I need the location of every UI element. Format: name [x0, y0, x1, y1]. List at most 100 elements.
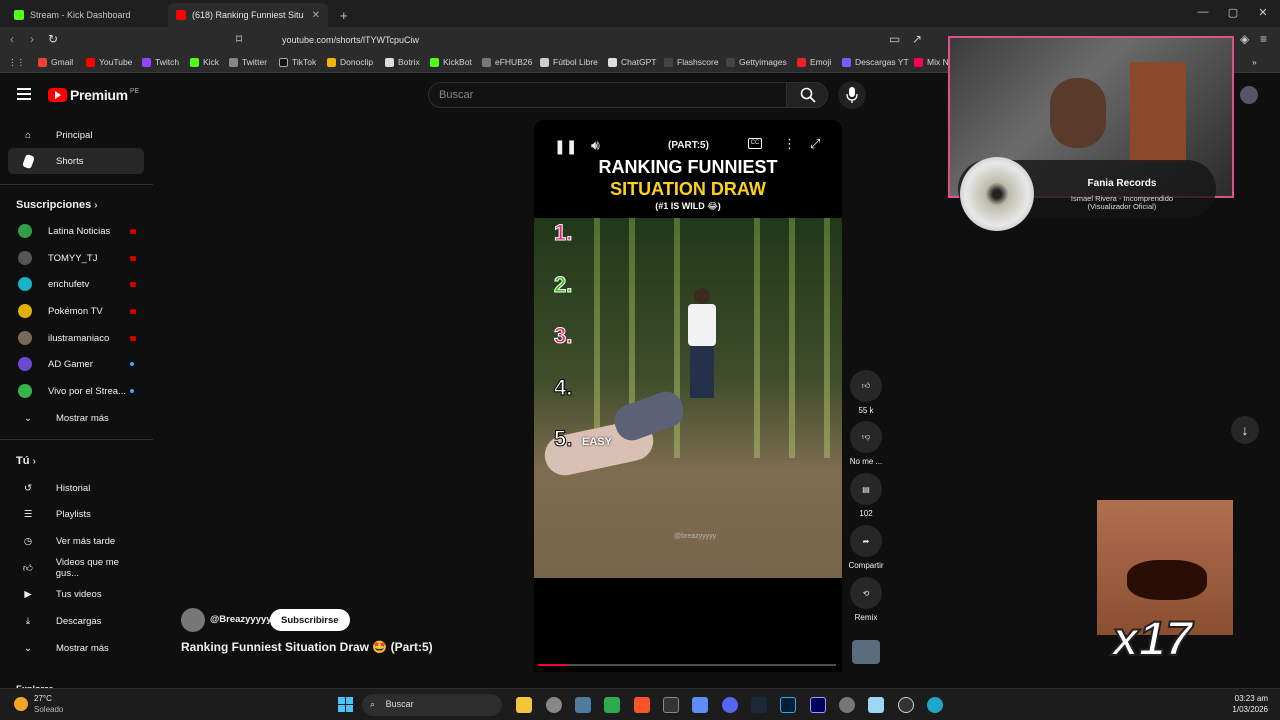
- rank-4: 4.: [553, 375, 573, 401]
- kick-favicon-icon: [14, 10, 24, 20]
- share-page-icon[interactable]: ↗: [912, 32, 922, 46]
- new-tab-button[interactable]: +: [332, 3, 352, 27]
- sidebar-item-ver-mas-tarde[interactable]: ◷ Ver más tarde: [8, 528, 144, 554]
- app-icon[interactable]: [604, 697, 620, 713]
- clock-time[interactable]: 03:23 am: [1222, 694, 1268, 703]
- sidebar-subs-show-more[interactable]: ⌄ Mostrar más: [8, 405, 144, 431]
- brave-browser-icon[interactable]: [634, 697, 650, 713]
- pause-icon[interactable]: ❚❚: [554, 138, 577, 155]
- sidebar-sub-enchufetv[interactable]: enchufetv: [8, 271, 144, 297]
- bookmark-twitter[interactable]: Twitter: [229, 57, 267, 67]
- bookmark-mix[interactable]: Mix N: [914, 57, 949, 67]
- bookmark-gmail[interactable]: Gmail: [38, 57, 73, 67]
- sidebar-item-principal[interactable]: ⌂ Principal: [8, 122, 144, 148]
- discord-icon[interactable]: [722, 697, 738, 713]
- channel-avatar[interactable]: [181, 608, 205, 632]
- minimize-icon[interactable]: —: [1188, 6, 1218, 18]
- hamburger-menu-icon[interactable]: [17, 88, 31, 100]
- file-explorer-icon[interactable]: [516, 697, 532, 713]
- reload-icon[interactable]: ↻: [48, 32, 58, 46]
- subscribe-button[interactable]: Subscribirse: [270, 609, 350, 631]
- bookmark-botrix[interactable]: Botrix: [385, 57, 420, 67]
- bookmark-gettyimages[interactable]: Gettyimages: [726, 57, 787, 67]
- sidebar-sub-vivo-por-el-stream[interactable]: Vivo por el Strea...: [8, 378, 144, 404]
- cast-icon[interactable]: ▭: [889, 32, 900, 46]
- shield-icon[interactable]: ◈: [1240, 32, 1249, 46]
- media-player-icon[interactable]: [898, 697, 914, 713]
- obs-icon[interactable]: [546, 697, 562, 713]
- bookmark-flashscore[interactable]: Flashscore: [664, 57, 719, 67]
- share-button[interactable]: ➦ Compartir: [844, 525, 888, 570]
- youtube-premium-logo[interactable]: Premium PE: [48, 87, 139, 103]
- steam-icon[interactable]: [751, 697, 767, 713]
- menu-icon[interactable]: ≡: [1260, 32, 1267, 46]
- progress-bar[interactable]: [538, 664, 836, 666]
- comments-button[interactable]: ▤ 102: [850, 473, 882, 518]
- more-bookmarks-icon[interactable]: »: [1252, 57, 1257, 67]
- windows-start-icon[interactable]: [338, 697, 353, 712]
- channel-name[interactable]: @Breazyyyyy: [210, 614, 272, 625]
- more-options-icon[interactable]: ⋮: [783, 136, 796, 152]
- next-short-arrow-down-icon[interactable]: ↓: [1231, 416, 1259, 444]
- bookmark-icon[interactable]: ⌑: [236, 32, 242, 46]
- weather-temp[interactable]: 27°C: [34, 694, 52, 703]
- address-bar[interactable]: youtube.com/shorts/lTYWTcpuCiw: [256, 30, 956, 50]
- close-window-icon[interactable]: ✕: [1248, 6, 1278, 19]
- app-icon[interactable]: [663, 697, 679, 713]
- progress-fill: [538, 664, 568, 666]
- bookmark-emoji[interactable]: Emoji: [797, 57, 831, 67]
- sidebar-item-liked-videos[interactable]: 👍︎ Videos que me gus...: [8, 555, 144, 581]
- captions-icon[interactable]: CC: [748, 138, 762, 149]
- bookmark-chatgpt[interactable]: ChatGPT: [608, 57, 656, 67]
- sidebar-sub-tomyy[interactable]: TOMYY_TJ: [8, 245, 144, 271]
- tab-youtube-short[interactable]: (618) Ranking Funniest Situat ✕: [168, 3, 328, 27]
- tab-kick-dashboard[interactable]: Stream - Kick Dashboard: [6, 3, 166, 27]
- taskbar-search[interactable]: ⌕ Buscar: [362, 694, 502, 716]
- like-button[interactable]: 👍︎ 55 k: [850, 370, 882, 415]
- bookmark-kick[interactable]: Kick: [190, 57, 219, 67]
- sidebar-item-playlists[interactable]: ☰ Playlists: [8, 501, 144, 527]
- search-input[interactable]: Buscar: [428, 82, 787, 108]
- short-video-player[interactable]: ❚❚ 🔊︎ (PART:5) CC ⋮ ⤢ RANKING FUNNIEST S…: [534, 120, 842, 672]
- you-header[interactable]: Tú ›: [16, 455, 36, 467]
- bookmark-twitch[interactable]: Twitch: [142, 57, 179, 67]
- sidebar-item-historial[interactable]: ↺ Historial: [8, 475, 144, 501]
- bookmark-donoclip[interactable]: Donoclip: [327, 57, 373, 67]
- premiere-icon[interactable]: [810, 697, 826, 713]
- bookmark-futbol-libre[interactable]: Fútbol Libre: [540, 57, 598, 67]
- remix-button[interactable]: ⟲ Remix: [850, 577, 882, 622]
- subscriptions-header[interactable]: Suscripciones ›: [16, 199, 98, 211]
- maximize-icon[interactable]: ▢: [1218, 6, 1248, 19]
- fullscreen-icon[interactable]: ⤢: [810, 136, 820, 152]
- sidebar-sub-latina-noticias[interactable]: Latina Noticias: [8, 218, 144, 244]
- forward-icon[interactable]: ›: [30, 32, 34, 46]
- user-avatar[interactable]: [1240, 86, 1258, 104]
- voice-search-button[interactable]: [838, 81, 866, 109]
- bookmark-efhub26[interactable]: eFHUB26: [482, 57, 532, 67]
- bookmark-kickbot[interactable]: KickBot: [430, 57, 472, 67]
- sound-thumbnail[interactable]: [852, 640, 880, 664]
- sidebar-item-descargas[interactable]: ⤓ Descargas: [8, 608, 144, 634]
- settings-gear-icon[interactable]: [839, 697, 855, 713]
- notepad-icon[interactable]: [868, 697, 884, 713]
- volume-icon[interactable]: 🔊︎: [591, 137, 600, 154]
- sidebar-you-show-more[interactable]: ⌄ Mostrar más: [8, 635, 144, 661]
- app-icon[interactable]: [575, 697, 591, 713]
- bookmark-youtube[interactable]: YouTube: [86, 57, 132, 67]
- bookmark-tiktok[interactable]: TikTok: [279, 57, 316, 67]
- webcam-door: [1130, 62, 1186, 162]
- edge-browser-icon[interactable]: [927, 697, 943, 713]
- sidebar-sub-ilustramaniaco[interactable]: ilustramaniaco: [8, 325, 144, 351]
- close-tab-icon[interactable]: ✕: [312, 10, 320, 21]
- photoshop-icon[interactable]: [780, 697, 796, 713]
- bookmark-descargas-yt[interactable]: Descargas YT: [842, 57, 909, 67]
- sidebar-item-tus-videos[interactable]: ▶ Tus videos: [8, 581, 144, 607]
- sidebar-sub-pokemon-tv[interactable]: Pokémon TV: [8, 298, 144, 324]
- calculator-icon[interactable]: [692, 697, 708, 713]
- search-button[interactable]: [786, 82, 828, 108]
- back-icon[interactable]: ‹: [10, 32, 14, 46]
- sidebar-item-shorts[interactable]: Shorts: [8, 148, 144, 174]
- apps-icon[interactable]: ⋮⋮: [8, 57, 25, 68]
- sidebar-sub-ad-gamer[interactable]: AD Gamer: [8, 351, 144, 377]
- dislike-button[interactable]: 👎︎ No me ...: [846, 421, 886, 466]
